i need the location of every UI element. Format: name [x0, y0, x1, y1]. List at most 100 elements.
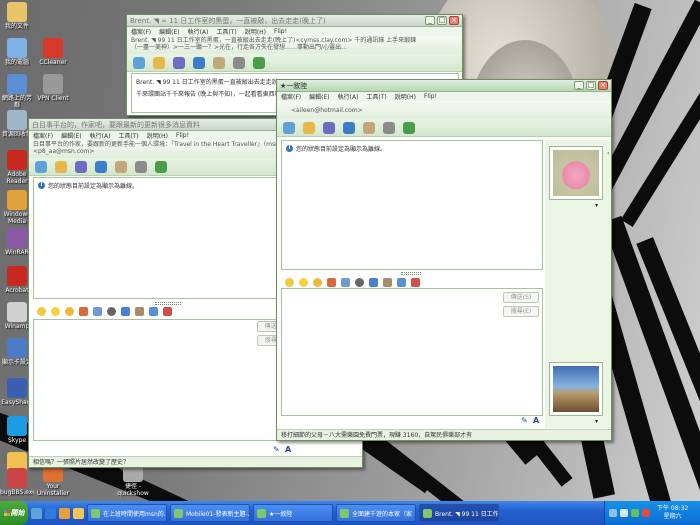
- menu-flip[interactable]: Flip!: [274, 28, 287, 35]
- tray-network-icon[interactable]: [609, 509, 617, 517]
- wink-icon[interactable]: [313, 277, 322, 287]
- minimize-button[interactable]: _: [574, 81, 584, 90]
- clock[interactable]: 下午 08:32 星期六: [657, 505, 688, 521]
- menu-edit[interactable]: 編輯(E): [159, 27, 179, 36]
- ink-color-icon[interactable]: [383, 277, 392, 287]
- menu-file[interactable]: 檔案(F): [33, 131, 53, 140]
- maximize-button[interactable]: □: [437, 16, 447, 25]
- chat-window-front[interactable]: ★一敘陸 _ □ × 檔案(F) 編輯(E) 執行(A) 工具(T) 說明(H)…: [276, 79, 612, 441]
- font-icon[interactable]: [285, 277, 294, 287]
- invite-icon[interactable]: [133, 56, 145, 69]
- menu-tools[interactable]: 工具(T): [366, 92, 386, 101]
- share-icon[interactable]: [397, 277, 406, 287]
- menu-file[interactable]: 檔案(F): [281, 92, 301, 101]
- taskbar-task[interactable]: Brent. ◥ 99 11 日工作室: [419, 504, 499, 522]
- menu-file[interactable]: 檔案(F): [131, 27, 151, 36]
- emoticon-icon[interactable]: [51, 306, 60, 316]
- emoticon-icon[interactable]: [299, 277, 308, 287]
- tray-msn-icon[interactable]: [631, 509, 639, 517]
- handwriting-icon[interactable]: [369, 277, 378, 287]
- block-icon[interactable]: [155, 160, 167, 173]
- desktop-icon[interactable]: 我的電腦: [0, 38, 34, 66]
- background-icon[interactable]: [341, 277, 350, 287]
- menu-actions[interactable]: 執行(A): [338, 92, 359, 101]
- desktop-icon[interactable]: VPN Client: [36, 74, 70, 102]
- text-mode-icon[interactable]: A: [285, 445, 291, 454]
- contact-display-picture[interactable]: [549, 146, 603, 200]
- title-bar[interactable]: Brent. ◥ ∞ 11 日工作室的黑蛋，一直被敲，出去走走(晚上了) _ □…: [127, 15, 462, 27]
- menu-help[interactable]: 說明(H): [395, 92, 416, 101]
- games-icon[interactable]: [383, 121, 395, 134]
- menu-help[interactable]: 說明(H): [147, 131, 168, 140]
- search-button[interactable]: 搜尋(E): [503, 306, 539, 317]
- calendar-icon[interactable]: [163, 306, 172, 316]
- handwriting-mode-icon[interactable]: ✎: [521, 416, 528, 425]
- webcam-icon[interactable]: [323, 121, 335, 134]
- nudge-icon[interactable]: [355, 277, 364, 287]
- block-icon[interactable]: [403, 121, 415, 134]
- title-bar[interactable]: ★一敘陸 _ □ ×: [277, 80, 611, 92]
- resize-grip[interactable]: [401, 272, 421, 275]
- voice-clip-icon[interactable]: [327, 277, 336, 287]
- activities-icon[interactable]: [363, 121, 375, 134]
- handwriting-icon[interactable]: [121, 306, 130, 316]
- webcam-icon[interactable]: [173, 56, 185, 69]
- menu-flip[interactable]: Flip!: [176, 132, 189, 139]
- status-bar-text[interactable]: 移打細節的父母－八大需樂園免費門票，現賺 3160，自駕民俱樂部才有: [281, 432, 472, 439]
- taskbar-task[interactable]: ★一敘陸: [253, 504, 333, 522]
- invite-icon[interactable]: [35, 160, 47, 173]
- calendar-icon[interactable]: [411, 277, 420, 287]
- webcam-icon[interactable]: [75, 160, 87, 173]
- minimize-button[interactable]: _: [425, 16, 435, 25]
- invite-icon[interactable]: [283, 121, 295, 134]
- start-button[interactable]: 開始: [0, 501, 28, 525]
- menu-help[interactable]: 說明(H): [245, 27, 266, 36]
- text-mode-icon[interactable]: A: [533, 416, 539, 425]
- voice-clip-icon[interactable]: [79, 306, 88, 316]
- taskbar-task[interactable]: Mobile01-發表新主題-…: [170, 504, 250, 522]
- background-icon[interactable]: [93, 306, 102, 316]
- maximize-button[interactable]: □: [586, 81, 596, 90]
- send-file-icon[interactable]: [55, 160, 67, 173]
- tray-volume-icon[interactable]: [620, 509, 628, 517]
- quicklaunch-ie-icon[interactable]: [45, 507, 56, 519]
- desktop-icon[interactable]: CCleaner: [36, 38, 70, 66]
- nudge-icon[interactable]: [107, 306, 116, 316]
- activities-icon[interactable]: [213, 56, 225, 69]
- desktop-icon[interactable]: 我的文件: [0, 2, 34, 30]
- menu-actions[interactable]: 執行(A): [188, 27, 209, 36]
- share-icon[interactable]: [149, 306, 158, 316]
- taskbar-task[interactable]: 全面建千遊的本家（家: [336, 504, 416, 522]
- tray-antivirus-icon[interactable]: [642, 509, 650, 517]
- close-button[interactable]: ×: [598, 81, 608, 90]
- collapse-panel-icon[interactable]: ‹: [607, 150, 609, 157]
- menu-tools[interactable]: 工具(T): [118, 131, 138, 140]
- close-button[interactable]: ×: [449, 16, 459, 25]
- chevron-down-icon[interactable]: ▾: [595, 418, 598, 425]
- wink-icon[interactable]: [65, 306, 74, 316]
- send-button[interactable]: 傳送(S): [503, 292, 539, 303]
- chevron-down-icon[interactable]: ▾: [595, 202, 598, 209]
- menu-edit[interactable]: 編輯(E): [61, 131, 81, 140]
- menu-edit[interactable]: 編輯(E): [309, 92, 329, 101]
- menu-tools[interactable]: 工具(T): [216, 27, 236, 36]
- call-icon[interactable]: [193, 56, 205, 69]
- games-icon[interactable]: [233, 56, 245, 69]
- send-file-icon[interactable]: [303, 121, 315, 134]
- taskbar-task[interactable]: 在上班時間使用msn的…: [87, 504, 167, 522]
- handwriting-mode-icon[interactable]: ✎: [273, 445, 280, 454]
- block-icon[interactable]: [253, 56, 265, 69]
- quicklaunch-folder-icon[interactable]: [73, 507, 84, 519]
- desktop-icon[interactable]: 網路上的芳鄰: [0, 74, 34, 109]
- call-icon[interactable]: [95, 160, 107, 173]
- call-icon[interactable]: [343, 121, 355, 134]
- quicklaunch-media-icon[interactable]: [59, 507, 70, 519]
- menu-flip[interactable]: Flip!: [424, 93, 437, 100]
- desktop-icon[interactable]: bugBBS.exe: [0, 468, 34, 496]
- status-bar-text[interactable]: 相信嗎？一張照片居然改變了歷史？: [33, 459, 129, 466]
- send-file-icon[interactable]: [153, 56, 165, 69]
- games-icon[interactable]: [135, 160, 147, 173]
- menu-actions[interactable]: 執行(A): [90, 131, 111, 140]
- font-icon[interactable]: [37, 306, 46, 316]
- ink-color-icon[interactable]: [135, 306, 144, 316]
